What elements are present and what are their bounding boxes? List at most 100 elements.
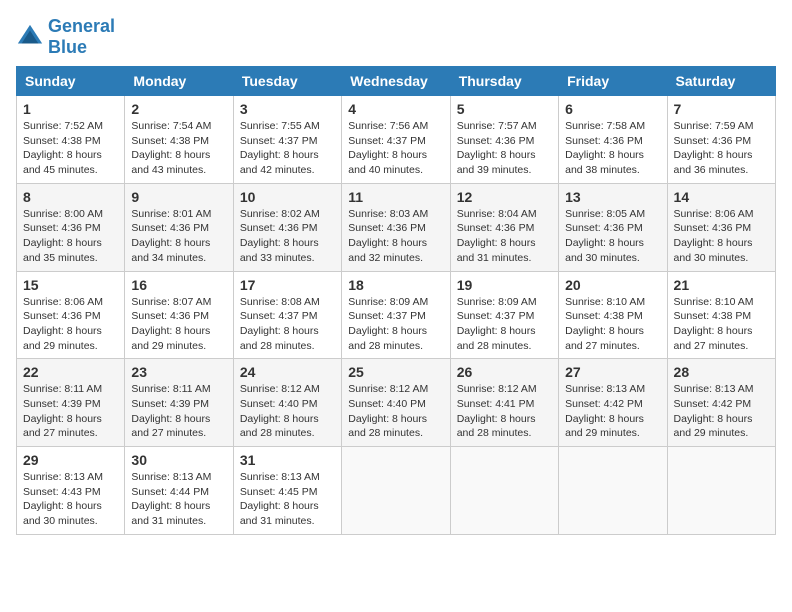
calendar-cell: 1 Sunrise: 7:52 AMSunset: 4:38 PMDaylight… [17, 96, 125, 184]
weekday-header-friday: Friday [559, 67, 667, 96]
calendar-cell: 24 Sunrise: 8:12 AMSunset: 4:40 PMDayligh… [233, 359, 341, 447]
calendar-cell: 3 Sunrise: 7:55 AMSunset: 4:37 PMDaylight… [233, 96, 341, 184]
day-number: 30 [131, 452, 226, 468]
weekday-header-row: SundayMondayTuesdayWednesdayThursdayFrid… [17, 67, 776, 96]
day-number: 3 [240, 101, 335, 117]
calendar-cell: 8 Sunrise: 8:00 AMSunset: 4:36 PMDaylight… [17, 183, 125, 271]
day-number: 5 [457, 101, 552, 117]
calendar-cell: 11 Sunrise: 8:03 AMSunset: 4:36 PMDayligh… [342, 183, 450, 271]
cell-text: Sunrise: 8:10 AMSunset: 4:38 PMDaylight:… [565, 296, 645, 352]
calendar-cell: 10 Sunrise: 8:02 AMSunset: 4:36 PMDayligh… [233, 183, 341, 271]
day-number: 13 [565, 189, 660, 205]
day-number: 20 [565, 277, 660, 293]
day-number: 10 [240, 189, 335, 205]
weekday-header-wednesday: Wednesday [342, 67, 450, 96]
cell-text: Sunrise: 8:01 AMSunset: 4:36 PMDaylight:… [131, 208, 211, 264]
cell-text: Sunrise: 8:13 AMSunset: 4:44 PMDaylight:… [131, 471, 211, 527]
cell-text: Sunrise: 8:00 AMSunset: 4:36 PMDaylight:… [23, 208, 103, 264]
day-number: 21 [674, 277, 769, 293]
weekday-header-sunday: Sunday [17, 67, 125, 96]
calendar-cell: 17 Sunrise: 8:08 AMSunset: 4:37 PMDayligh… [233, 271, 341, 359]
day-number: 31 [240, 452, 335, 468]
cell-text: Sunrise: 8:05 AMSunset: 4:36 PMDaylight:… [565, 208, 645, 264]
day-number: 26 [457, 364, 552, 380]
day-number: 4 [348, 101, 443, 117]
calendar-cell: 18 Sunrise: 8:09 AMSunset: 4:37 PMDayligh… [342, 271, 450, 359]
cell-text: Sunrise: 8:06 AMSunset: 4:36 PMDaylight:… [23, 296, 103, 352]
cell-text: Sunrise: 8:13 AMSunset: 4:43 PMDaylight:… [23, 471, 103, 527]
cell-text: Sunrise: 7:58 AMSunset: 4:36 PMDaylight:… [565, 120, 645, 176]
calendar-cell: 5 Sunrise: 7:57 AMSunset: 4:36 PMDaylight… [450, 96, 558, 184]
cell-text: Sunrise: 8:09 AMSunset: 4:37 PMDaylight:… [348, 296, 428, 352]
calendar-cell: 6Sunrise: 7:58 AMSunset: 4:36 PMDaylight… [559, 96, 667, 184]
calendar-cell: 20 Sunrise: 8:10 AMSunset: 4:38 PMDayligh… [559, 271, 667, 359]
cell-text: Sunrise: 8:06 AMSunset: 4:36 PMDaylight:… [674, 208, 754, 264]
cell-text: Sunrise: 7:57 AMSunset: 4:36 PMDaylight:… [457, 120, 537, 176]
calendar-cell: 2 Sunrise: 7:54 AMSunset: 4:38 PMDaylight… [125, 96, 233, 184]
cell-text: Sunrise: 8:04 AMSunset: 4:36 PMDaylight:… [457, 208, 537, 264]
calendar-cell: 14 Sunrise: 8:06 AMSunset: 4:36 PMDayligh… [667, 183, 775, 271]
cell-text: Sunrise: 8:08 AMSunset: 4:37 PMDaylight:… [240, 296, 320, 352]
calendar-cell [342, 447, 450, 535]
day-number: 2 [131, 101, 226, 117]
calendar-week-row: 15Sunrise: 8:06 AMSunset: 4:36 PMDayligh… [17, 271, 776, 359]
day-number: 27 [565, 364, 660, 380]
calendar-week-row: 22 Sunrise: 8:11 AMSunset: 4:39 PMDayligh… [17, 359, 776, 447]
day-number: 8 [23, 189, 118, 205]
cell-text: Sunrise: 8:12 AMSunset: 4:41 PMDaylight:… [457, 383, 537, 439]
day-number: 22 [23, 364, 118, 380]
cell-text: Sunrise: 8:11 AMSunset: 4:39 PMDaylight:… [131, 383, 210, 439]
calendar-week-row: 1 Sunrise: 7:52 AMSunset: 4:38 PMDaylight… [17, 96, 776, 184]
calendar-cell: 25 Sunrise: 8:12 AMSunset: 4:40 PMDayligh… [342, 359, 450, 447]
weekday-header-tuesday: Tuesday [233, 67, 341, 96]
calendar-cell: 7Sunrise: 7:59 AMSunset: 4:36 PMDaylight… [667, 96, 775, 184]
cell-text: Sunrise: 8:12 AMSunset: 4:40 PMDaylight:… [240, 383, 320, 439]
calendar-cell: 19Sunrise: 8:09 AMSunset: 4:37 PMDayligh… [450, 271, 558, 359]
cell-text: Sunrise: 8:10 AMSunset: 4:38 PMDaylight:… [674, 296, 754, 352]
calendar-cell: 30 Sunrise: 8:13 AMSunset: 4:44 PMDayligh… [125, 447, 233, 535]
logo-text: General Blue [48, 16, 115, 58]
header: General Blue [16, 16, 776, 58]
day-number: 14 [674, 189, 769, 205]
calendar-cell [667, 447, 775, 535]
day-number: 25 [348, 364, 443, 380]
calendar-cell: 15Sunrise: 8:06 AMSunset: 4:36 PMDayligh… [17, 271, 125, 359]
calendar-cell: 31 Sunrise: 8:13 AMSunset: 4:45 PMDayligh… [233, 447, 341, 535]
day-number: 29 [23, 452, 118, 468]
weekday-header-monday: Monday [125, 67, 233, 96]
cell-text: Sunrise: 8:12 AMSunset: 4:40 PMDaylight:… [348, 383, 428, 439]
calendar-cell: 26 Sunrise: 8:12 AMSunset: 4:41 PMDayligh… [450, 359, 558, 447]
calendar-cell [559, 447, 667, 535]
day-number: 19 [457, 277, 552, 293]
calendar-cell: 21 Sunrise: 8:10 AMSunset: 4:38 PMDayligh… [667, 271, 775, 359]
day-number: 11 [348, 189, 443, 205]
day-number: 7 [674, 101, 769, 117]
calendar-cell: 23 Sunrise: 8:11 AMSunset: 4:39 PMDayligh… [125, 359, 233, 447]
cell-text: Sunrise: 7:55 AMSunset: 4:37 PMDaylight:… [240, 120, 320, 176]
calendar-cell [450, 447, 558, 535]
cell-text: Sunrise: 7:52 AMSunset: 4:38 PMDaylight:… [23, 120, 103, 176]
cell-text: Sunrise: 8:13 AMSunset: 4:45 PMDaylight:… [240, 471, 320, 527]
logo: General Blue [16, 16, 115, 58]
day-number: 9 [131, 189, 226, 205]
cell-text: Sunrise: 8:03 AMSunset: 4:36 PMDaylight:… [348, 208, 428, 264]
cell-text: Sunrise: 8:02 AMSunset: 4:36 PMDaylight:… [240, 208, 320, 264]
day-number: 17 [240, 277, 335, 293]
calendar-cell: 13 Sunrise: 8:05 AMSunset: 4:36 PMDayligh… [559, 183, 667, 271]
calendar-cell: 29 Sunrise: 8:13 AMSunset: 4:43 PMDayligh… [17, 447, 125, 535]
day-number: 1 [23, 101, 118, 117]
calendar-cell: 27 Sunrise: 8:13 AMSunset: 4:42 PMDayligh… [559, 359, 667, 447]
day-number: 23 [131, 364, 226, 380]
day-number: 24 [240, 364, 335, 380]
calendar-cell: 4 Sunrise: 7:56 AMSunset: 4:37 PMDaylight… [342, 96, 450, 184]
cell-text: Sunrise: 8:07 AMSunset: 4:36 PMDaylight:… [131, 296, 211, 352]
calendar-cell: 12Sunrise: 8:04 AMSunset: 4:36 PMDayligh… [450, 183, 558, 271]
cell-text: Sunrise: 8:13 AMSunset: 4:42 PMDaylight:… [565, 383, 645, 439]
cell-text: Sunrise: 7:56 AMSunset: 4:37 PMDaylight:… [348, 120, 428, 176]
weekday-header-saturday: Saturday [667, 67, 775, 96]
day-number: 18 [348, 277, 443, 293]
cell-text: Sunrise: 7:54 AMSunset: 4:38 PMDaylight:… [131, 120, 211, 176]
day-number: 16 [131, 277, 226, 293]
day-number: 28 [674, 364, 769, 380]
calendar-cell: 16 Sunrise: 8:07 AMSunset: 4:36 PMDayligh… [125, 271, 233, 359]
